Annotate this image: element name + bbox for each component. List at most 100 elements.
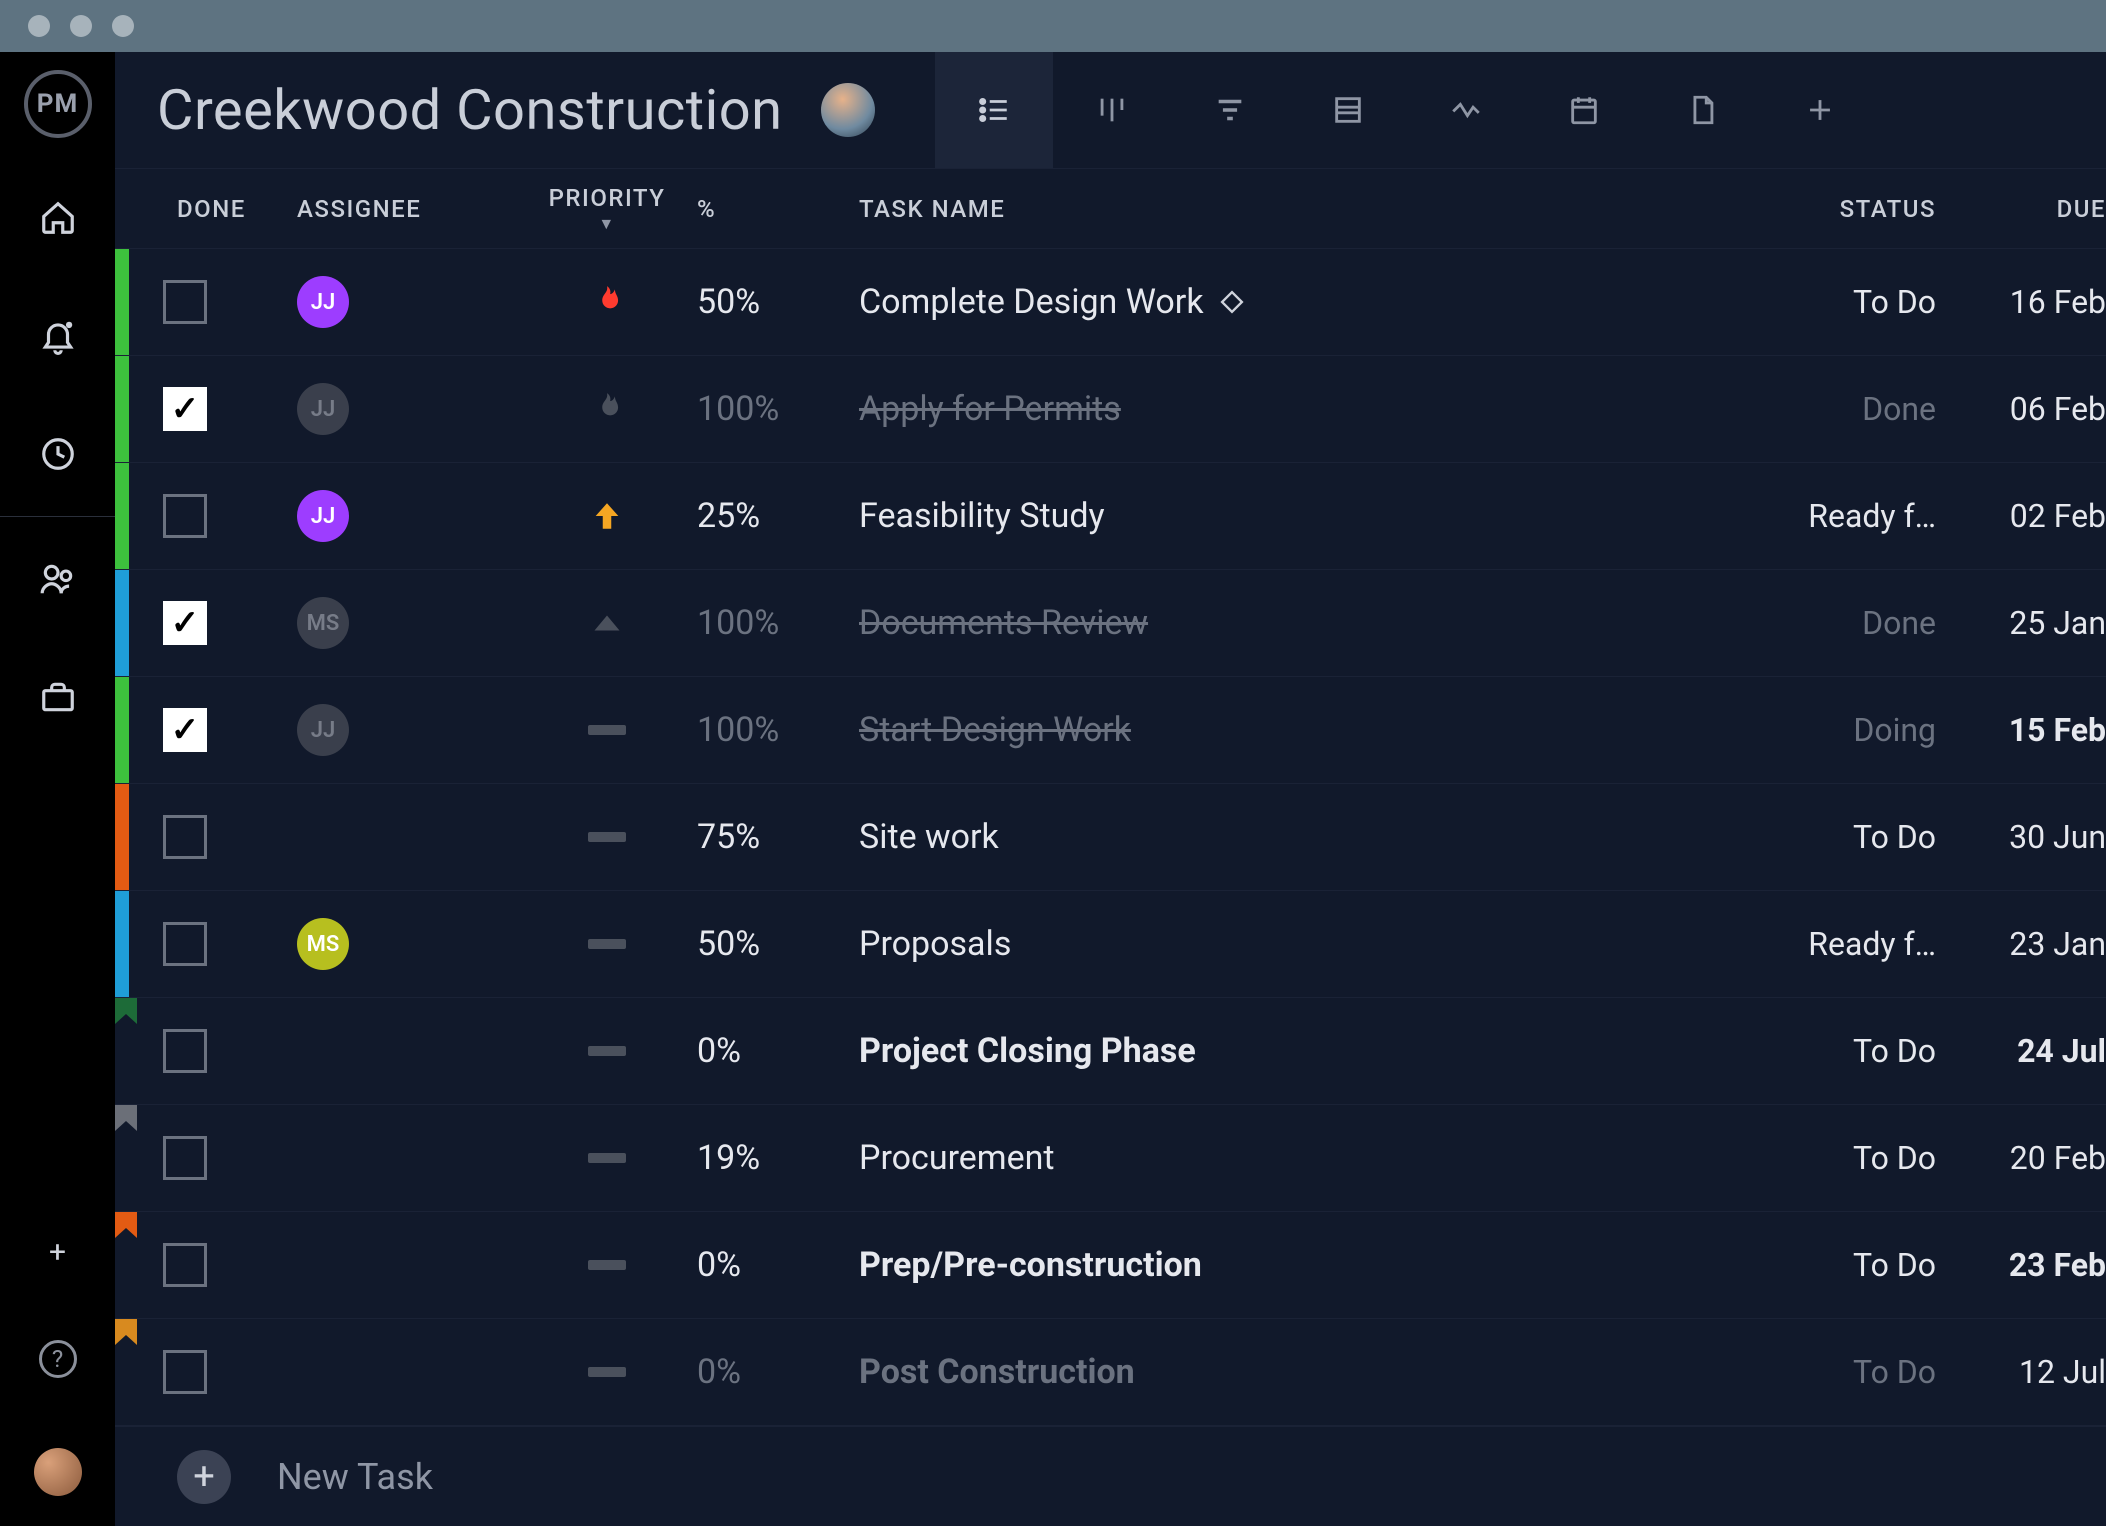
task-row[interactable]: MS 50%ProposalsReady f…23 Jan	[115, 891, 2106, 998]
done-checkbox[interactable]	[163, 922, 207, 966]
col-done[interactable]: DONE	[177, 195, 297, 223]
col-percent[interactable]: %	[697, 195, 847, 223]
task-name[interactable]: Post Construction	[847, 1352, 1736, 1392]
task-due[interactable]: 23 Feb	[1956, 1246, 2106, 1284]
task-row[interactable]: JJ100%Start Design WorkDoing15 Feb	[115, 677, 2106, 784]
task-due[interactable]: 25 Jan	[1956, 604, 2106, 642]
done-checkbox[interactable]	[163, 815, 207, 859]
done-checkbox[interactable]	[163, 280, 207, 324]
percent-complete[interactable]: 50%	[697, 924, 847, 964]
priority-icon[interactable]	[517, 390, 697, 428]
priority-icon[interactable]	[517, 283, 697, 321]
assignee-avatar[interactable]: JJ	[297, 276, 349, 328]
task-row[interactable]: JJ 25%Feasibility StudyReady f…02 Feb	[115, 463, 2106, 570]
help-icon[interactable]: ?	[39, 1340, 77, 1378]
task-row[interactable]: 0%Project Closing PhaseTo Do24 Jul	[115, 998, 2106, 1105]
task-status[interactable]: To Do	[1736, 1139, 1956, 1177]
percent-complete[interactable]: 100%	[697, 603, 847, 643]
percent-complete[interactable]: 50%	[697, 282, 847, 322]
view-files-icon[interactable]	[1643, 52, 1761, 168]
view-gantt-icon[interactable]	[1171, 52, 1289, 168]
view-add-icon[interactable]	[1761, 52, 1879, 168]
task-name[interactable]: Prep/Pre-construction	[847, 1245, 1736, 1285]
task-due[interactable]: 15 Feb	[1956, 711, 2106, 749]
task-name[interactable]: Start Design Work	[847, 710, 1736, 750]
task-status[interactable]: Ready f…	[1736, 497, 1956, 535]
task-row[interactable]: MS 100%Documents ReviewDone25 Jan	[115, 570, 2106, 677]
task-row[interactable]: 0%Prep/Pre-constructionTo Do23 Feb	[115, 1212, 2106, 1319]
task-name[interactable]: Feasibility Study	[847, 496, 1736, 536]
priority-icon[interactable]	[517, 939, 697, 949]
percent-complete[interactable]: 19%	[697, 1138, 847, 1178]
current-user-avatar[interactable]	[34, 1448, 82, 1496]
task-name[interactable]: Site work	[847, 817, 1736, 857]
assignee-avatar[interactable]: JJ	[297, 704, 349, 756]
percent-complete[interactable]: 100%	[697, 710, 847, 750]
priority-icon[interactable]	[517, 832, 697, 842]
task-status[interactable]: Ready f…	[1736, 925, 1956, 963]
assignee-avatar[interactable]: MS	[297, 597, 349, 649]
task-row[interactable]: JJ 100%Apply for PermitsDone06 Feb	[115, 356, 2106, 463]
task-status[interactable]: To Do	[1736, 1353, 1956, 1391]
view-sheet-icon[interactable]	[1289, 52, 1407, 168]
done-checkbox[interactable]	[163, 1350, 207, 1394]
task-status[interactable]: To Do	[1736, 283, 1956, 321]
task-status[interactable]: Done	[1736, 604, 1956, 642]
col-status[interactable]: STATUS	[1736, 195, 1956, 223]
add-task-button[interactable]: +	[177, 1450, 231, 1504]
assignee-avatar[interactable]: MS	[297, 918, 349, 970]
task-due[interactable]: 20 Feb	[1956, 1139, 2106, 1177]
priority-icon[interactable]	[517, 1367, 697, 1377]
col-task-name[interactable]: TASK NAME	[847, 195, 1736, 223]
task-name[interactable]: Documents Review	[847, 603, 1736, 643]
assignee-avatar[interactable]: JJ	[297, 383, 349, 435]
col-due[interactable]: DUE	[1956, 195, 2106, 223]
task-due[interactable]: 30 Jun	[1956, 818, 2106, 856]
view-dashboard-icon[interactable]	[1407, 52, 1525, 168]
traffic-light-min[interactable]	[70, 15, 92, 37]
task-status[interactable]: To Do	[1736, 818, 1956, 856]
done-checkbox[interactable]	[163, 387, 207, 431]
percent-complete[interactable]: 100%	[697, 389, 847, 429]
priority-icon[interactable]	[517, 1046, 697, 1056]
task-due[interactable]: 02 Feb	[1956, 497, 2106, 535]
task-due[interactable]: 23 Jan	[1956, 925, 2106, 963]
assignee-avatar[interactable]: JJ	[297, 490, 349, 542]
project-owner-avatar[interactable]	[821, 83, 875, 137]
people-icon[interactable]	[38, 559, 78, 599]
home-icon[interactable]	[38, 198, 78, 238]
traffic-light-max[interactable]	[112, 15, 134, 37]
task-name[interactable]: Complete Design Work	[847, 282, 1736, 322]
task-name[interactable]: Project Closing Phase	[847, 1031, 1736, 1071]
rail-add-icon[interactable]: +	[49, 1235, 66, 1270]
task-status[interactable]: To Do	[1736, 1032, 1956, 1070]
priority-icon[interactable]	[517, 725, 697, 735]
portfolio-icon[interactable]	[38, 677, 78, 717]
task-due[interactable]: 24 Jul	[1956, 1032, 2106, 1070]
task-row[interactable]: 19%ProcurementTo Do20 Feb	[115, 1105, 2106, 1212]
done-checkbox[interactable]	[163, 1243, 207, 1287]
notifications-icon[interactable]	[38, 316, 78, 356]
task-name[interactable]: Proposals	[847, 924, 1736, 964]
priority-icon[interactable]	[517, 497, 697, 535]
percent-complete[interactable]: 75%	[697, 817, 847, 857]
percent-complete[interactable]: 0%	[697, 1352, 847, 1392]
done-checkbox[interactable]	[163, 1136, 207, 1180]
percent-complete[interactable]: 0%	[697, 1245, 847, 1285]
done-checkbox[interactable]	[163, 708, 207, 752]
view-board-icon[interactable]	[1053, 52, 1171, 168]
task-name[interactable]: Apply for Permits	[847, 389, 1736, 429]
priority-icon[interactable]	[517, 612, 697, 634]
view-calendar-icon[interactable]	[1525, 52, 1643, 168]
task-row[interactable]: JJ50%Complete Design WorkTo Do16 Feb	[115, 249, 2106, 356]
task-name[interactable]: Procurement	[847, 1138, 1736, 1178]
task-status[interactable]: Done	[1736, 390, 1956, 428]
task-due[interactable]: 12 Jul	[1956, 1353, 2106, 1391]
recent-icon[interactable]	[38, 434, 78, 474]
percent-complete[interactable]: 25%	[697, 496, 847, 536]
task-due[interactable]: 06 Feb	[1956, 390, 2106, 428]
new-task-label[interactable]: New Task	[277, 1456, 433, 1498]
col-assignee[interactable]: ASSIGNEE	[297, 195, 517, 223]
task-status[interactable]: To Do	[1736, 1246, 1956, 1284]
done-checkbox[interactable]	[163, 1029, 207, 1073]
